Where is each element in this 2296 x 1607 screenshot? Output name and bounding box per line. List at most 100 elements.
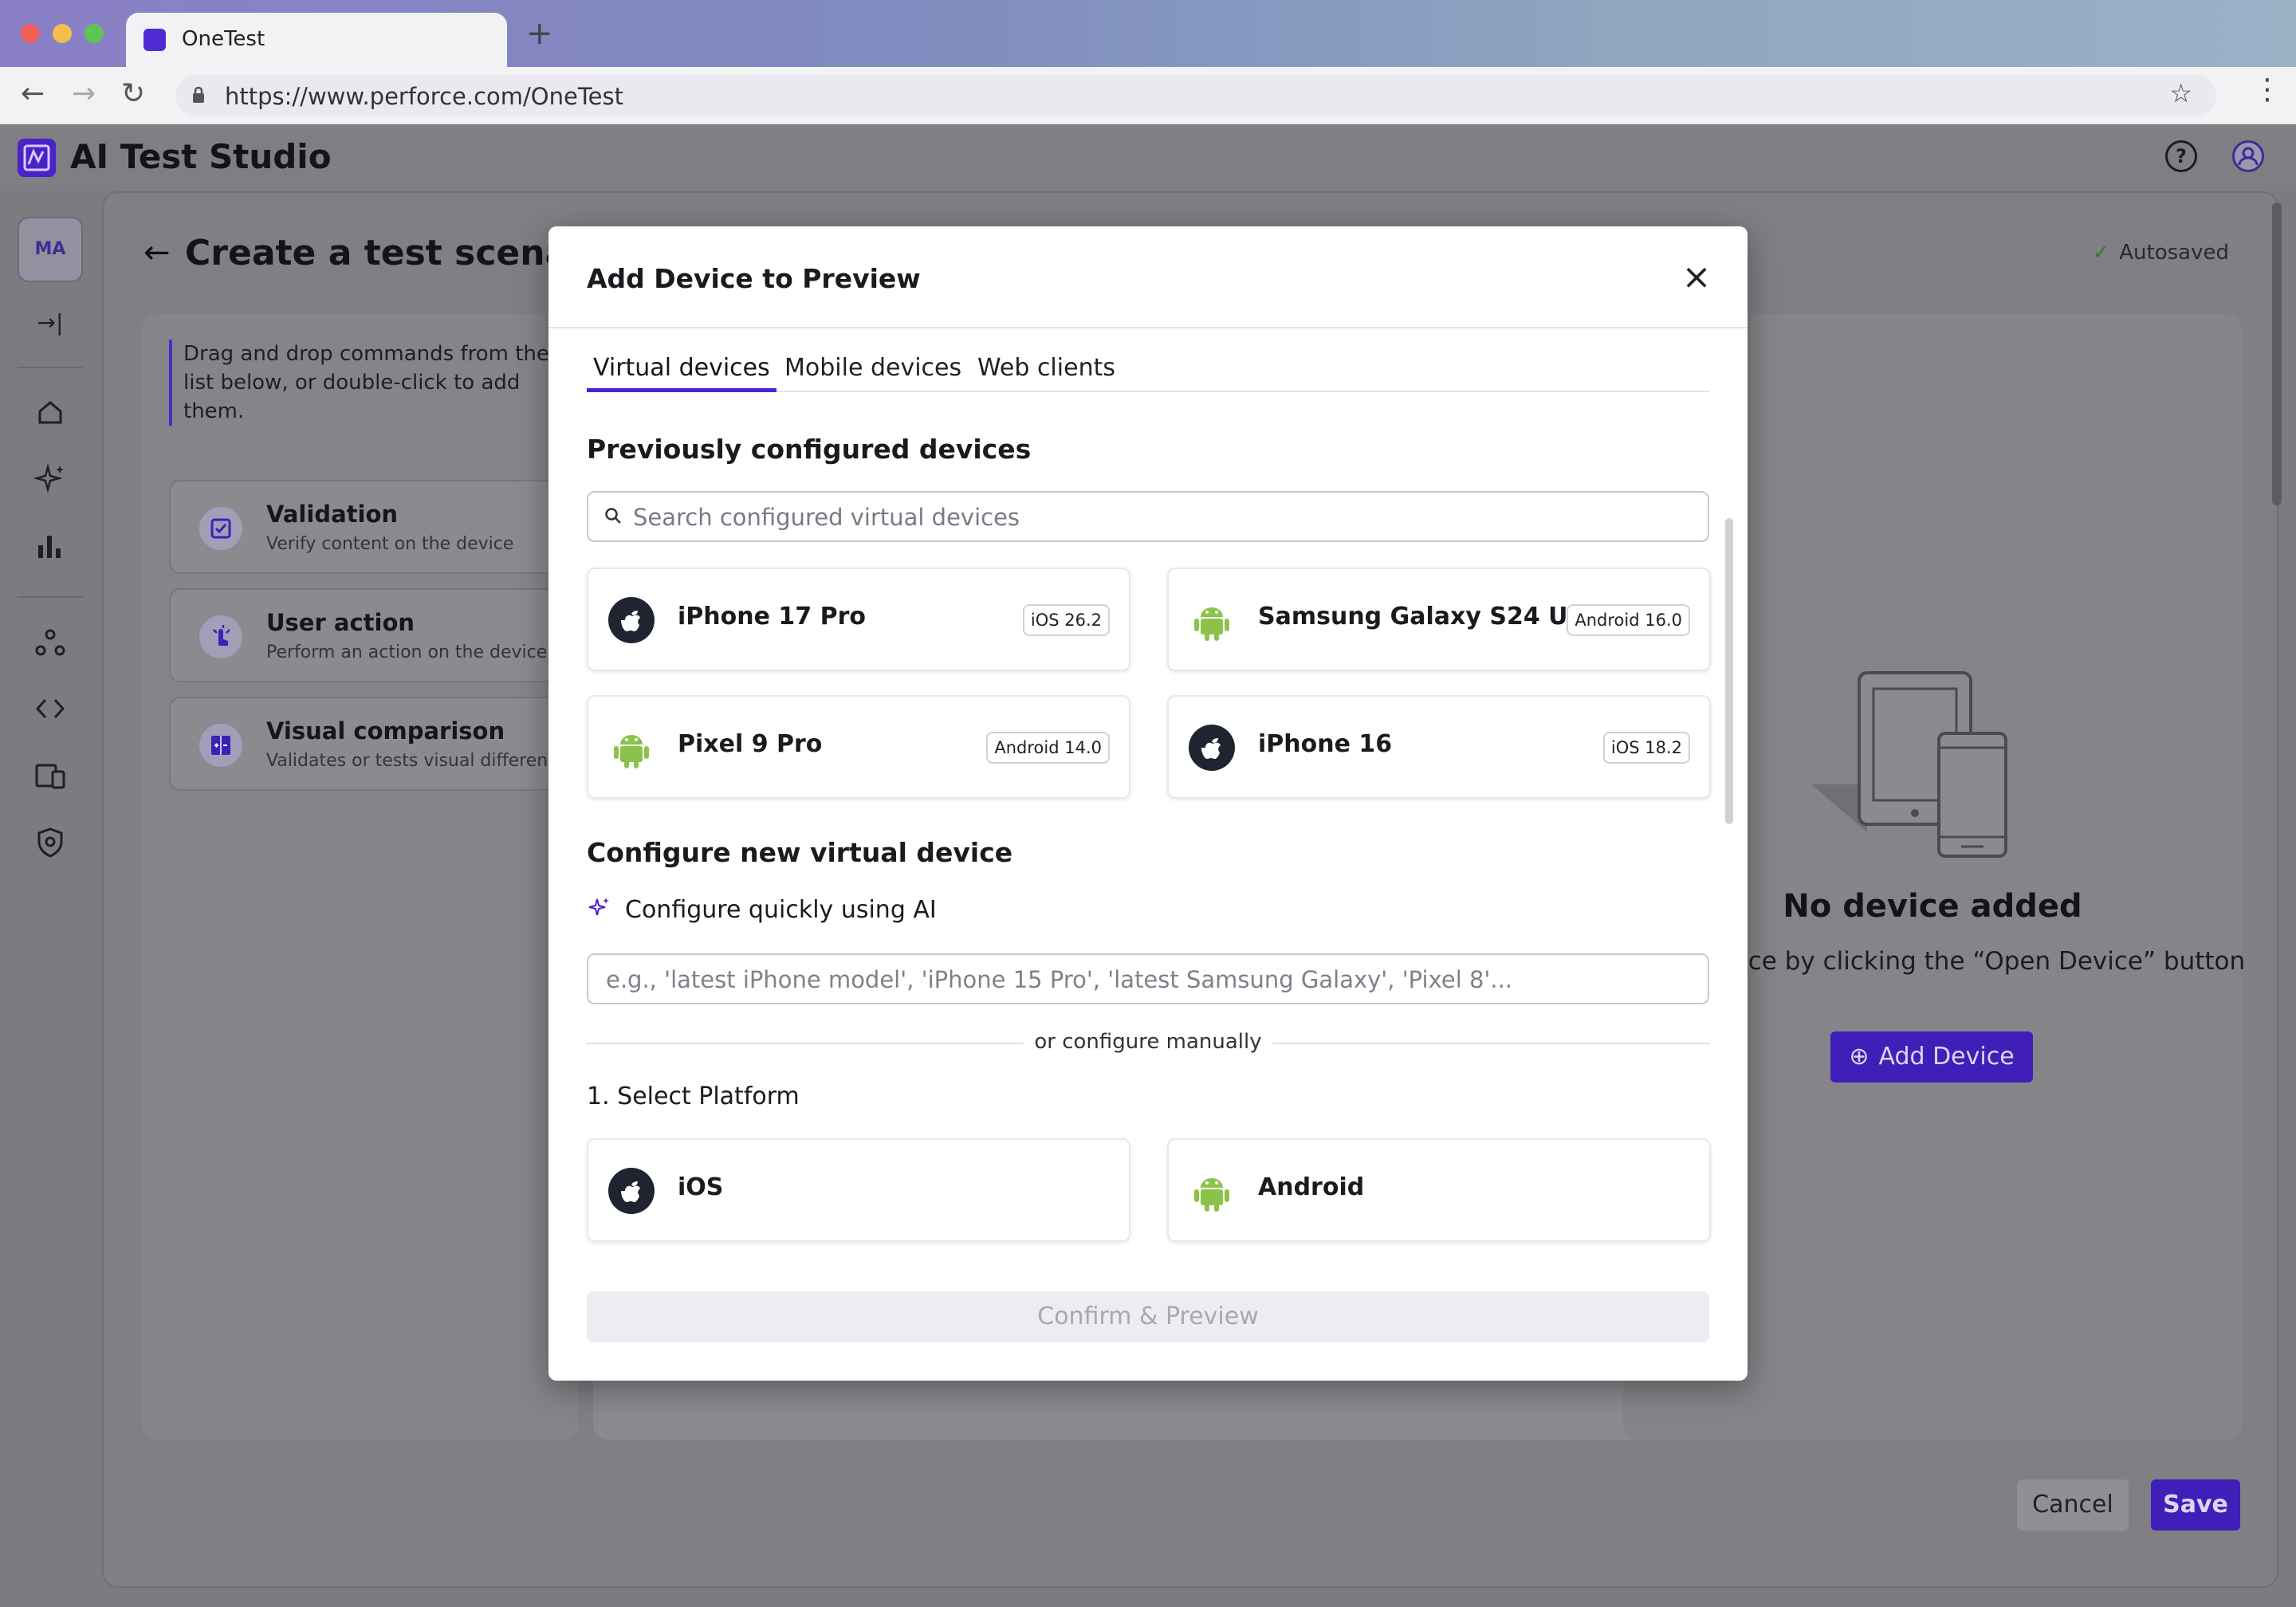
command-title: Validation	[266, 501, 399, 528]
select-platform-label: 1. Select Platform	[587, 1082, 800, 1110]
device-card[interactable]: iPhone 16 iOS 18.2	[1167, 695, 1711, 799]
tab-title: OneTest	[182, 27, 265, 51]
or-configure-manually: or configure manually	[1034, 1030, 1262, 1054]
close-icon[interactable]: ×	[1673, 253, 1720, 301]
onetest-favicon-icon	[144, 29, 166, 51]
app-logo-icon	[18, 139, 56, 177]
add-device-button[interactable]: ⊕ Add Device	[1830, 1031, 2033, 1082]
app-header: AI Test Studio ?	[0, 124, 2296, 191]
collapse-sidebar-icon[interactable]: →|	[32, 305, 69, 341]
search-icon	[605, 508, 621, 524]
android-icon	[614, 735, 649, 768]
device-name: iPhone 17 Pro	[678, 603, 866, 631]
previously-configured-heading: Previously configured devices	[587, 434, 1032, 465]
apple-icon	[1189, 725, 1235, 771]
os-version-badge: Android 16.0	[1567, 604, 1690, 636]
avatar-initials: MA	[34, 239, 66, 259]
command-subtitle: Perform an action on the device	[266, 642, 548, 662]
autosave-status: ✓ Autosaved	[2092, 241, 2229, 265]
device-name: iPhone 16	[1258, 730, 1393, 758]
browser-tab-bar: OneTest +	[0, 0, 2296, 67]
app-title: AI Test Studio	[70, 137, 332, 176]
confirm-preview-button[interactable]: Confirm & Preview	[587, 1291, 1709, 1342]
device-name: Pixel 9 Pro	[678, 730, 823, 758]
tab-virtual-devices[interactable]: Virtual devices	[587, 354, 776, 392]
os-version-badge: iOS 18.2	[1602, 732, 1690, 764]
check-icon: ✓	[2092, 241, 2110, 265]
plus-circle-icon: ⊕	[1849, 1043, 1869, 1071]
add-device-modal: Add Device to Preview × Virtual devices …	[548, 226, 1748, 1381]
commands-panel: Drag and drop commands from the list bel…	[142, 314, 600, 1440]
search-input[interactable]: Search configured virtual devices	[587, 491, 1709, 542]
window-zoom-button[interactable]	[85, 24, 104, 43]
configure-new-heading: Configure new virtual device	[587, 837, 1013, 868]
devices-illustration-icon	[1811, 671, 2007, 858]
command-visual-comparison[interactable]: Visual comparison Validates or tests vis…	[169, 697, 600, 791]
modal-title: Add Device to Preview	[587, 263, 921, 294]
tap-gesture-icon	[199, 615, 242, 658]
device-card[interactable]: Samsung Galaxy S24 Ultra Android 16.0	[1167, 568, 1711, 671]
home-icon[interactable]	[32, 394, 69, 430]
ai-device-input[interactable]: e.g., 'latest iPhone model', 'iPhone 15 …	[587, 953, 1709, 1004]
window-minimize-button[interactable]	[53, 24, 72, 43]
security-icon[interactable]	[32, 824, 69, 861]
android-icon	[1194, 1178, 1229, 1212]
devices-icon[interactable]	[32, 757, 69, 794]
sparkle-icon	[588, 898, 609, 916]
sidebar: MA →|	[0, 191, 102, 1607]
os-version-badge: Android 14.0	[986, 732, 1110, 764]
integrations-icon[interactable]	[32, 625, 69, 662]
add-device-label: Add Device	[1878, 1043, 2015, 1071]
tab-mobile-devices[interactable]: Mobile devices	[784, 354, 961, 392]
platform-option-ios[interactable]: iOS	[587, 1138, 1130, 1242]
lock-icon	[193, 86, 204, 103]
validation-icon	[199, 507, 242, 550]
visual-compare-icon	[199, 724, 242, 767]
back-arrow-icon[interactable]: ←	[144, 234, 171, 271]
back-nav-icon[interactable]: ←	[21, 78, 45, 110]
bookmark-star-icon[interactable]: ☆	[2169, 78, 2192, 108]
command-title: User action	[266, 609, 415, 636]
sidebar-divider	[18, 596, 83, 598]
device-card[interactable]: Pixel 9 Pro Android 14.0	[587, 695, 1130, 799]
analytics-icon[interactable]	[32, 528, 69, 564]
user-profile-icon[interactable]	[2232, 140, 2264, 172]
code-icon[interactable]	[32, 690, 69, 727]
device-type-tabs: Virtual devices Mobile devices Web clien…	[587, 354, 1709, 392]
device-name: Samsung Galaxy S24 Ultra	[1258, 603, 1616, 631]
save-button[interactable]: Save	[2151, 1479, 2240, 1530]
command-user-action[interactable]: User action Perform an action on the dev…	[169, 588, 600, 682]
forward-nav-icon[interactable]: →	[72, 78, 96, 110]
help-icon[interactable]: ?	[2165, 140, 2197, 172]
command-subtitle: Validates or tests visual differenc...	[266, 751, 575, 771]
ai-sparkle-icon[interactable]	[32, 461, 69, 497]
device-card[interactable]: iPhone 17 Pro iOS 26.2	[587, 568, 1130, 671]
command-validation[interactable]: Validation Verify content on the device	[169, 480, 600, 574]
page-scrollbar[interactable]	[2272, 202, 2282, 505]
command-title: Visual comparison	[266, 717, 505, 745]
autosave-label: Autosaved	[2119, 241, 2229, 265]
reload-icon[interactable]: ↻	[121, 78, 145, 110]
window-close-button[interactable]	[21, 24, 40, 43]
browser-toolbar: ← → ↻ https://www.perforce.com/OneTest ☆…	[0, 67, 2296, 124]
ai-input-placeholder: e.g., 'latest iPhone model', 'iPhone 15 …	[606, 966, 1513, 993]
commands-hint: Drag and drop commands from the list bel…	[169, 340, 552, 426]
apple-icon	[608, 597, 655, 643]
platform-option-android[interactable]: Android	[1167, 1138, 1711, 1242]
new-tab-button[interactable]: +	[526, 18, 553, 49]
modal-divider	[548, 327, 1748, 328]
cancel-button[interactable]: Cancel	[2017, 1479, 2129, 1530]
apple-icon	[608, 1168, 655, 1214]
command-subtitle: Verify content on the device	[266, 534, 514, 554]
address-bar[interactable]: https://www.perforce.com/OneTest	[175, 75, 2216, 116]
browser-tab[interactable]: OneTest	[126, 13, 507, 67]
tab-web-clients[interactable]: Web clients	[977, 354, 1115, 392]
platform-name: Android	[1258, 1173, 1365, 1201]
avatar[interactable]: MA	[18, 217, 83, 282]
modal-scrollbar[interactable]	[1725, 518, 1733, 824]
browser-menu-icon[interactable]: ⋮	[2253, 73, 2282, 106]
android-icon	[1194, 607, 1229, 641]
ai-configure-label: Configure quickly using AI	[625, 896, 937, 924]
sidebar-divider	[18, 367, 83, 368]
search-placeholder: Search configured virtual devices	[633, 504, 1020, 531]
